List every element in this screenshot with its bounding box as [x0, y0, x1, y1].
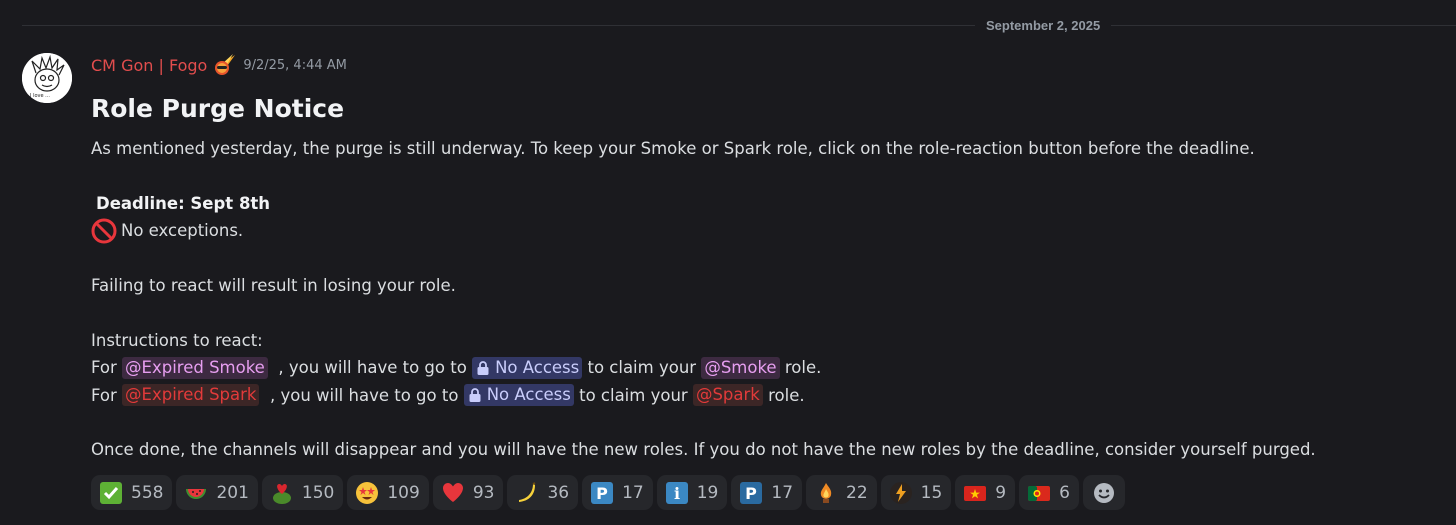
timestamp: 9/2/25, 4:44 AM — [243, 57, 347, 73]
spark-mention[interactable]: @Spark — [692, 384, 763, 407]
fire-figure-icon — [814, 481, 838, 505]
reaction-bar: 558 201 150 109 93 36 P 17 i 19 P 17 22 … — [91, 475, 1125, 510]
reaction-vietnam-flag[interactable]: 9 — [955, 475, 1016, 510]
frog-heart-icon — [270, 481, 294, 505]
no-entry-icon — [91, 218, 117, 244]
instructions-title: Instructions to react: — [91, 330, 263, 350]
reaction-info[interactable]: i 19 — [656, 475, 728, 510]
p-button-icon: P — [590, 481, 614, 505]
reaction-count: 19 — [696, 482, 719, 503]
divider-line — [22, 25, 1456, 26]
vietnam-flag-icon — [963, 481, 987, 505]
divider-date: September 2, 2025 — [975, 17, 1112, 35]
avatar[interactable]: I love ... — [22, 53, 72, 103]
reaction-count: 6 — [1059, 482, 1070, 503]
reaction-count: 150 — [301, 482, 335, 503]
message-header: CM Gon | Fogo 9/2/25, 4:44 AM — [91, 50, 1441, 80]
reaction-count: 109 — [387, 482, 420, 503]
expired-spark-mention[interactable]: @Expired Spark — [122, 384, 260, 407]
smoke-mention[interactable]: @Smoke — [701, 356, 780, 379]
username[interactable]: CM Gon | Fogo — [91, 56, 207, 75]
svg-text:i: i — [674, 484, 680, 503]
lock-icon — [475, 360, 491, 376]
reaction-count: 15 — [920, 482, 943, 503]
svg-text:P: P — [746, 484, 758, 503]
smiley-icon — [1092, 481, 1116, 505]
reaction-count: 558 — [131, 482, 164, 503]
closing-text: Once done, the channels will disappear a… — [91, 440, 1316, 460]
reaction-lightning[interactable]: 15 — [880, 475, 952, 510]
reaction-count: 9 — [995, 482, 1007, 503]
watermelon-icon — [184, 481, 208, 505]
lightning-icon — [889, 481, 913, 505]
comet-icon — [213, 53, 237, 77]
failing-text: Failing to react will result in losing y… — [91, 275, 456, 295]
message-body: As mentioned yesterday, the purge is sti… — [91, 135, 1441, 464]
lock-icon — [467, 387, 483, 403]
no-access-channel-link[interactable]: No Access — [463, 384, 574, 407]
instruction-line-smoke: For @Expired Smoke , you will have to go… — [91, 356, 822, 379]
add-reaction-button[interactable] — [1082, 475, 1125, 510]
intro-text: As mentioned yesterday, the purge is sti… — [91, 139, 1255, 158]
check-mark-icon — [99, 481, 123, 505]
date-divider: September 2, 2025 — [0, 0, 1456, 50]
reaction-watermelon[interactable]: 201 — [176, 475, 258, 510]
reaction-count: 201 — [216, 482, 249, 503]
message-heading: Role Purge Notice — [91, 94, 345, 123]
reaction-star-struck[interactable]: 109 — [347, 475, 429, 510]
reaction-banana[interactable]: 36 — [507, 475, 579, 510]
reaction-p-button[interactable]: P 17 — [582, 475, 653, 510]
expired-smoke-mention[interactable]: @Expired Smoke — [122, 356, 268, 379]
reaction-red-heart[interactable]: 93 — [432, 475, 504, 510]
banana-icon — [515, 481, 539, 505]
message-content: CM Gon | Fogo 9/2/25, 4:44 AM Role Purge… — [91, 50, 1441, 464]
reaction-p-button[interactable]: P 17 — [731, 475, 803, 510]
deadline-text: Deadline: Sept 8th — [96, 193, 271, 213]
instruction-line-spark: For @Expired Spark , you will have to go… — [91, 384, 805, 407]
svg-text:P: P — [596, 484, 608, 503]
red-heart-icon — [441, 481, 465, 505]
reaction-fire-figure[interactable]: 22 — [806, 475, 877, 510]
p-button-icon: P — [739, 481, 763, 505]
reaction-check-mark[interactable]: 558 — [91, 475, 173, 510]
no-access-channel-link[interactable]: No Access — [472, 356, 583, 379]
reaction-count: 22 — [846, 482, 868, 503]
reaction-count: 17 — [622, 482, 644, 503]
reaction-count: 36 — [547, 482, 570, 503]
portugal-flag-icon — [1027, 481, 1051, 505]
info-icon: i — [665, 481, 689, 505]
reaction-count: 93 — [472, 482, 495, 503]
reaction-count: 17 — [771, 482, 794, 503]
reaction-portugal-flag[interactable]: 6 — [1019, 475, 1079, 510]
svg-text:I love ...: I love ... — [30, 93, 50, 99]
no-exceptions-text: No exceptions. — [121, 221, 244, 241]
reaction-frog-heart[interactable]: 150 — [261, 475, 344, 510]
star-struck-icon — [355, 481, 379, 505]
